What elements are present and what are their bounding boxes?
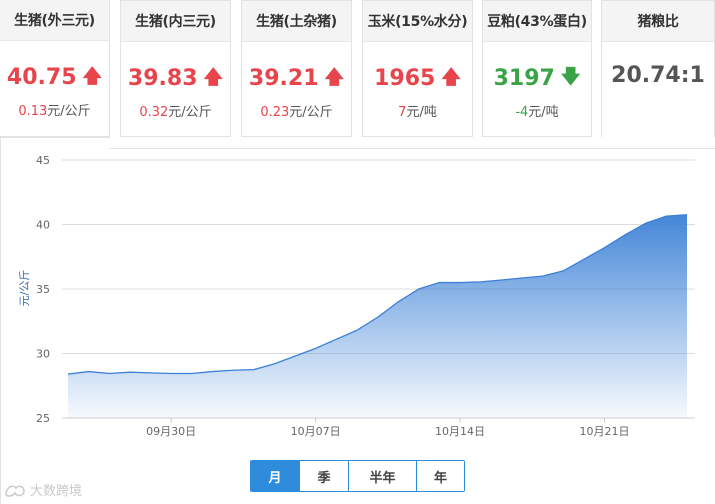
card-value: 39.21	[248, 66, 319, 91]
watermark-logo-icon	[5, 484, 25, 497]
card-change-row: 0.32元/公斤	[121, 101, 230, 120]
arrow-up-icon: 🡅	[203, 66, 224, 88]
tab-quarter[interactable]: 季	[299, 461, 348, 491]
watermark-text: 大数跨境	[30, 484, 83, 499]
range-tabs: 月 季 半年 年	[250, 460, 465, 492]
tab-year[interactable]: 年	[416, 461, 464, 491]
card-title: 豆粕(43%蛋白)	[483, 1, 591, 42]
card-title: 猪粮比	[602, 1, 714, 42]
y-tick-label: 30	[36, 348, 50, 361]
card-unit: 元/公斤	[289, 105, 333, 120]
card-hog-grain-ratio: 猪粮比 20.74:1	[601, 0, 715, 137]
card-value-row: 1965 🡅	[363, 63, 472, 95]
arrow-down-icon: 🡇	[560, 66, 581, 88]
x-axis-ticks: 09月30日 10月07日 10月14日 10月21日	[146, 418, 629, 438]
card-soymeal: 豆粕(43%蛋白) 3197 🡇 -4元/吨	[482, 0, 592, 137]
card-value: 3197	[493, 66, 555, 91]
x-tick-label: 10月14日	[435, 425, 485, 438]
arrow-up-icon: 🡅	[441, 66, 461, 88]
card-unit: 元/吨	[528, 105, 559, 120]
tab-month[interactable]: 月	[251, 461, 299, 491]
card-value: 39.83	[127, 66, 198, 91]
card-title: 生猪(内三元)	[121, 1, 230, 42]
x-tick-label: 09月30日	[146, 425, 196, 438]
y-tick-label: 45	[36, 154, 50, 167]
y-axis-label: 元/公斤	[18, 270, 31, 307]
chart-area	[67, 214, 688, 418]
card-value-row: 39.21 🡅	[242, 63, 351, 95]
tab-half-year[interactable]: 半年	[348, 461, 416, 491]
card-value-row: 40.75 🡅	[0, 62, 109, 94]
y-tick-label: 25	[36, 412, 50, 425]
card-change: 0.23	[260, 105, 290, 120]
card-value: 1965	[374, 66, 436, 91]
card-change-row: 0.23元/公斤	[242, 101, 351, 120]
panel-divider	[0, 137, 110, 138]
card-title: 生猪(土杂猪)	[242, 1, 351, 42]
card-change: -4	[515, 105, 529, 120]
card-title: 玉米(15%水分)	[363, 1, 472, 42]
y-tick-label: 35	[36, 283, 50, 296]
series-area-fill	[68, 214, 687, 418]
card-value-row: 3197 🡇	[483, 63, 591, 95]
y-axis-ticks: 25 30 35 40 45	[36, 154, 50, 425]
card-change-row: 7元/吨	[363, 101, 472, 120]
card-change: 0.13	[18, 104, 48, 119]
card-hog-tuzazhu: 生猪(土杂猪) 39.21 🡅 0.23元/公斤	[241, 0, 352, 137]
card-unit: 元/吨	[406, 105, 437, 120]
card-unit: 元/公斤	[47, 104, 91, 119]
price-trend-chart: 25 30 35 40 45 09月30日 10月07日 10月14日 10月21日 元/公斤	[18, 154, 695, 438]
watermark: 大数跨境	[4, 480, 82, 499]
card-hog-neisanyuan: 生猪(内三元) 39.83 🡅 0.32元/公斤	[120, 0, 231, 137]
card-unit: 元/公斤	[168, 105, 212, 120]
card-value: 40.75	[6, 65, 77, 90]
card-value-row: 39.83 🡅	[121, 63, 230, 95]
card-change: 0.32	[139, 105, 169, 120]
x-tick-label: 10月21日	[579, 425, 629, 438]
card-value-row: 20.74:1	[602, 63, 714, 88]
x-tick-label: 10月07日	[291, 425, 341, 438]
card-change-row: -4元/吨	[483, 101, 591, 120]
y-tick-label: 40	[36, 219, 50, 232]
card-value: 20.74:1	[611, 63, 705, 88]
arrow-up-icon: 🡅	[324, 66, 345, 88]
card-title: 生猪(外三元)	[0, 0, 109, 41]
card-hog-waisanyuan: 生猪(外三元) 40.75 🡅 0.13元/公斤	[0, 0, 110, 137]
card-change-row: 0.13元/公斤	[0, 100, 109, 119]
arrow-up-icon: 🡅	[82, 65, 103, 87]
card-corn: 玉米(15%水分) 1965 🡅 7元/吨	[362, 0, 473, 137]
